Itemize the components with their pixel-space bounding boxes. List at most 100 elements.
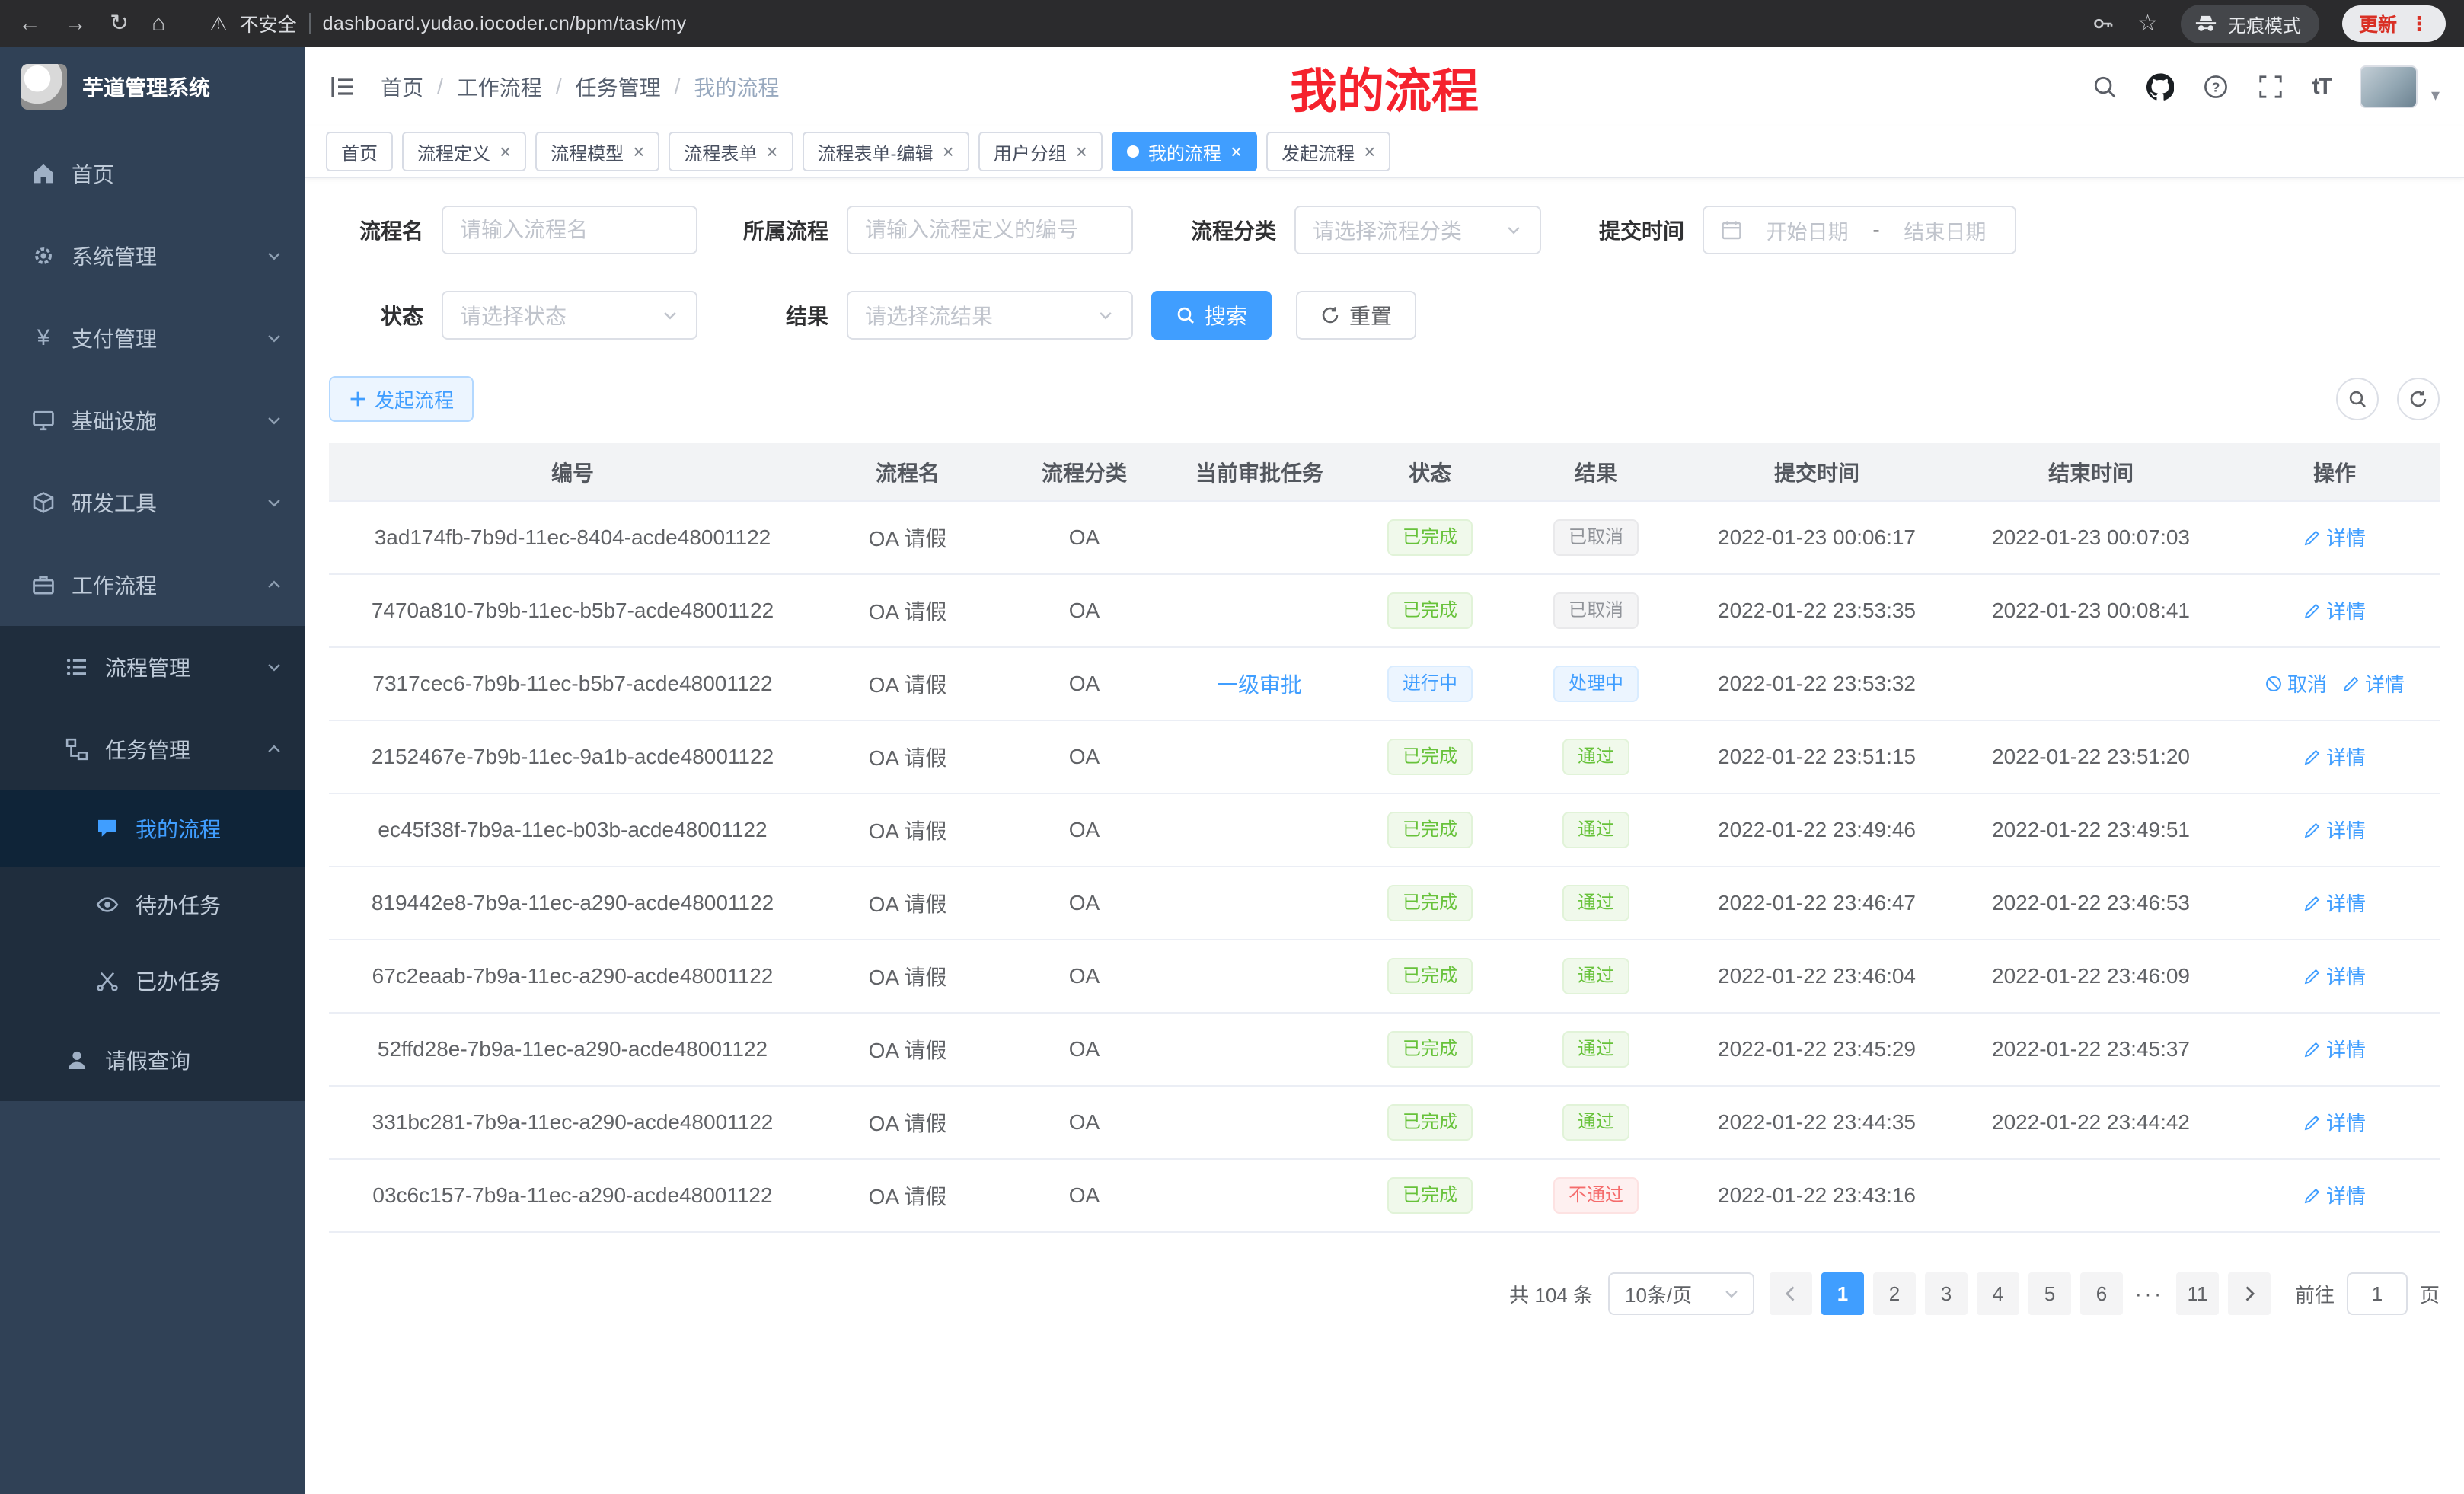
- tab-process-form[interactable]: 流程表单×: [669, 132, 793, 171]
- reset-button[interactable]: 重置: [1296, 291, 1416, 340]
- cell-end-time: 2022-01-22 23:49:51: [1952, 793, 2229, 867]
- cell-current-task: [1170, 574, 1349, 647]
- tab-process-model[interactable]: 流程模型×: [535, 132, 659, 171]
- more-pages-icon[interactable]: ···: [2132, 1282, 2167, 1306]
- page-2-button[interactable]: 2: [1873, 1272, 1916, 1315]
- page-6-button[interactable]: 6: [2080, 1272, 2123, 1315]
- user-avatar[interactable]: [2360, 65, 2418, 108]
- action-cancel-link[interactable]: 取消: [2265, 669, 2327, 698]
- close-icon[interactable]: ×: [500, 142, 511, 161]
- action-detail-link[interactable]: 详情: [2303, 523, 2366, 551]
- process-name-input[interactable]: [442, 206, 697, 254]
- cell-submit-time: 2022-01-22 23:49:46: [1681, 793, 1952, 867]
- sidebar-item-leave-query[interactable]: 请假查询: [0, 1019, 305, 1101]
- sidebar-item-task-mgmt[interactable]: 任务管理: [0, 708, 305, 790]
- tab-user-group[interactable]: 用户分组×: [978, 132, 1103, 171]
- leave-icon: [64, 1049, 90, 1071]
- incognito-badge[interactable]: 无痕模式: [2181, 5, 2319, 43]
- page-11-button[interactable]: 11: [2176, 1272, 2219, 1315]
- close-icon[interactable]: ×: [1364, 142, 1375, 161]
- action-label: 详情: [2326, 742, 2366, 771]
- goto-page-input[interactable]: [2347, 1272, 2408, 1315]
- category-select[interactable]: 请选择流程分类: [1294, 206, 1541, 254]
- tab-start-process[interactable]: 发起流程×: [1266, 132, 1390, 171]
- close-icon[interactable]: ×: [766, 142, 777, 161]
- tab-home[interactable]: 首页: [326, 132, 393, 171]
- page-size-select[interactable]: 10条/页: [1608, 1272, 1754, 1315]
- tab-process-definition[interactable]: 流程定义×: [402, 132, 526, 171]
- sidebar-item-system[interactable]: 系统管理: [0, 215, 305, 297]
- url-text[interactable]: dashboard.yudao.iocoder.cn/bpm/task/my: [323, 13, 687, 35]
- action-detail-link[interactable]: 详情: [2303, 742, 2366, 771]
- caret-down-icon[interactable]: ▾: [2431, 85, 2440, 105]
- page-3-button[interactable]: 3: [1925, 1272, 1968, 1315]
- collapse-sidebar-icon[interactable]: [329, 73, 356, 101]
- sidebar-item-todo-tasks[interactable]: 待办任务: [0, 867, 305, 943]
- font-size-icon[interactable]: tT: [2312, 74, 2331, 100]
- status-select[interactable]: 请选择状态: [442, 291, 697, 340]
- sidebar-item-workflow[interactable]: 工作流程: [0, 544, 305, 626]
- sidebar-item-label: 我的流程: [136, 813, 221, 844]
- sidebar-item-home[interactable]: 首页: [0, 132, 305, 215]
- fullscreen-icon[interactable]: [2258, 74, 2284, 100]
- sidebar-item-my-process[interactable]: 我的流程: [0, 790, 305, 867]
- close-icon[interactable]: ×: [633, 142, 644, 161]
- sidebar-item-infrastructure[interactable]: 基础设施: [0, 379, 305, 461]
- update-button[interactable]: 更新 ⋮: [2342, 5, 2446, 42]
- github-icon[interactable]: [2146, 73, 2174, 101]
- breadcrumb-item[interactable]: 首页: [381, 72, 423, 102]
- tab-process-form-edit[interactable]: 流程表单-编辑×: [803, 132, 969, 171]
- action-detail-link[interactable]: 详情: [2303, 1181, 2366, 1209]
- cell-process-name: OA 请假: [816, 574, 999, 647]
- cell-current-task: [1170, 793, 1349, 867]
- action-detail-link[interactable]: 详情: [2303, 816, 2366, 844]
- next-page-button[interactable]: [2228, 1272, 2271, 1315]
- back-icon[interactable]: ←: [18, 12, 41, 35]
- home-icon[interactable]: ⌂: [152, 12, 165, 35]
- action-detail-link[interactable]: 详情: [2303, 889, 2366, 917]
- bookmark-star-icon[interactable]: ☆: [2137, 12, 2158, 35]
- close-icon[interactable]: ×: [1230, 142, 1242, 161]
- key-icon[interactable]: [2092, 12, 2115, 35]
- date-range-picker[interactable]: 开始日期 - 结束日期: [1703, 206, 2016, 254]
- search-icon[interactable]: [2092, 74, 2118, 100]
- action-detail-link[interactable]: 详情: [2303, 1035, 2366, 1063]
- search-button[interactable]: 搜索: [1151, 291, 1272, 340]
- current-task-link[interactable]: 一级审批: [1217, 673, 1302, 697]
- svg-text:?: ?: [2211, 79, 2220, 94]
- reload-icon[interactable]: ↻: [110, 12, 129, 35]
- close-icon[interactable]: ×: [943, 142, 954, 161]
- sidebar-item-done-tasks[interactable]: 已办任务: [0, 943, 305, 1019]
- sidebar-item-payment[interactable]: ¥支付管理: [0, 297, 305, 379]
- process-definition-input[interactable]: [847, 206, 1133, 254]
- page-5-button[interactable]: 5: [2028, 1272, 2071, 1315]
- close-icon[interactable]: ×: [1076, 142, 1087, 161]
- page-overlay-title: 我的流程: [1290, 53, 1479, 121]
- forward-icon[interactable]: →: [64, 12, 87, 35]
- result-select[interactable]: 请选择流结果: [847, 291, 1133, 340]
- refresh-table-button[interactable]: [2397, 378, 2440, 420]
- app-logo-row[interactable]: 芋道管理系统: [0, 47, 305, 126]
- cell-actions: 详情: [2229, 574, 2440, 647]
- sidebar-item-process-mgmt[interactable]: 流程管理: [0, 626, 305, 708]
- site-info[interactable]: ⚠ 不安全 dashboard.yudao.iocoder.cn/bpm/tas…: [209, 10, 686, 37]
- start-process-button[interactable]: 发起流程: [329, 376, 474, 422]
- action-detail-link[interactable]: 详情: [2303, 596, 2366, 624]
- prev-page-button[interactable]: [1770, 1272, 1812, 1315]
- browser-menu-icon[interactable]: ⋮: [2409, 12, 2429, 36]
- cell-end-time: 2022-01-23 00:08:41: [1952, 574, 2229, 647]
- show-search-button[interactable]: [2336, 378, 2379, 420]
- page-1-button[interactable]: 1: [1821, 1272, 1864, 1315]
- breadcrumb-item[interactable]: 工作流程: [457, 72, 542, 102]
- cell-submit-time: 2022-01-22 23:45:29: [1681, 1013, 1952, 1086]
- sidebar-item-dev-tools[interactable]: 研发工具: [0, 461, 305, 544]
- action-detail-link[interactable]: 详情: [2342, 669, 2405, 698]
- help-icon[interactable]: ?: [2203, 74, 2229, 100]
- sidebar-menu: 首页系统管理¥支付管理基础设施研发工具工作流程流程管理任务管理我的流程待办任务已…: [0, 132, 305, 1101]
- status-badge: 已完成: [1387, 739, 1473, 775]
- breadcrumb-item[interactable]: 任务管理: [576, 72, 661, 102]
- action-detail-link[interactable]: 详情: [2303, 962, 2366, 990]
- action-detail-link[interactable]: 详情: [2303, 1108, 2366, 1136]
- page-4-button[interactable]: 4: [1977, 1272, 2019, 1315]
- tab-my-process[interactable]: 我的流程×: [1112, 132, 1257, 171]
